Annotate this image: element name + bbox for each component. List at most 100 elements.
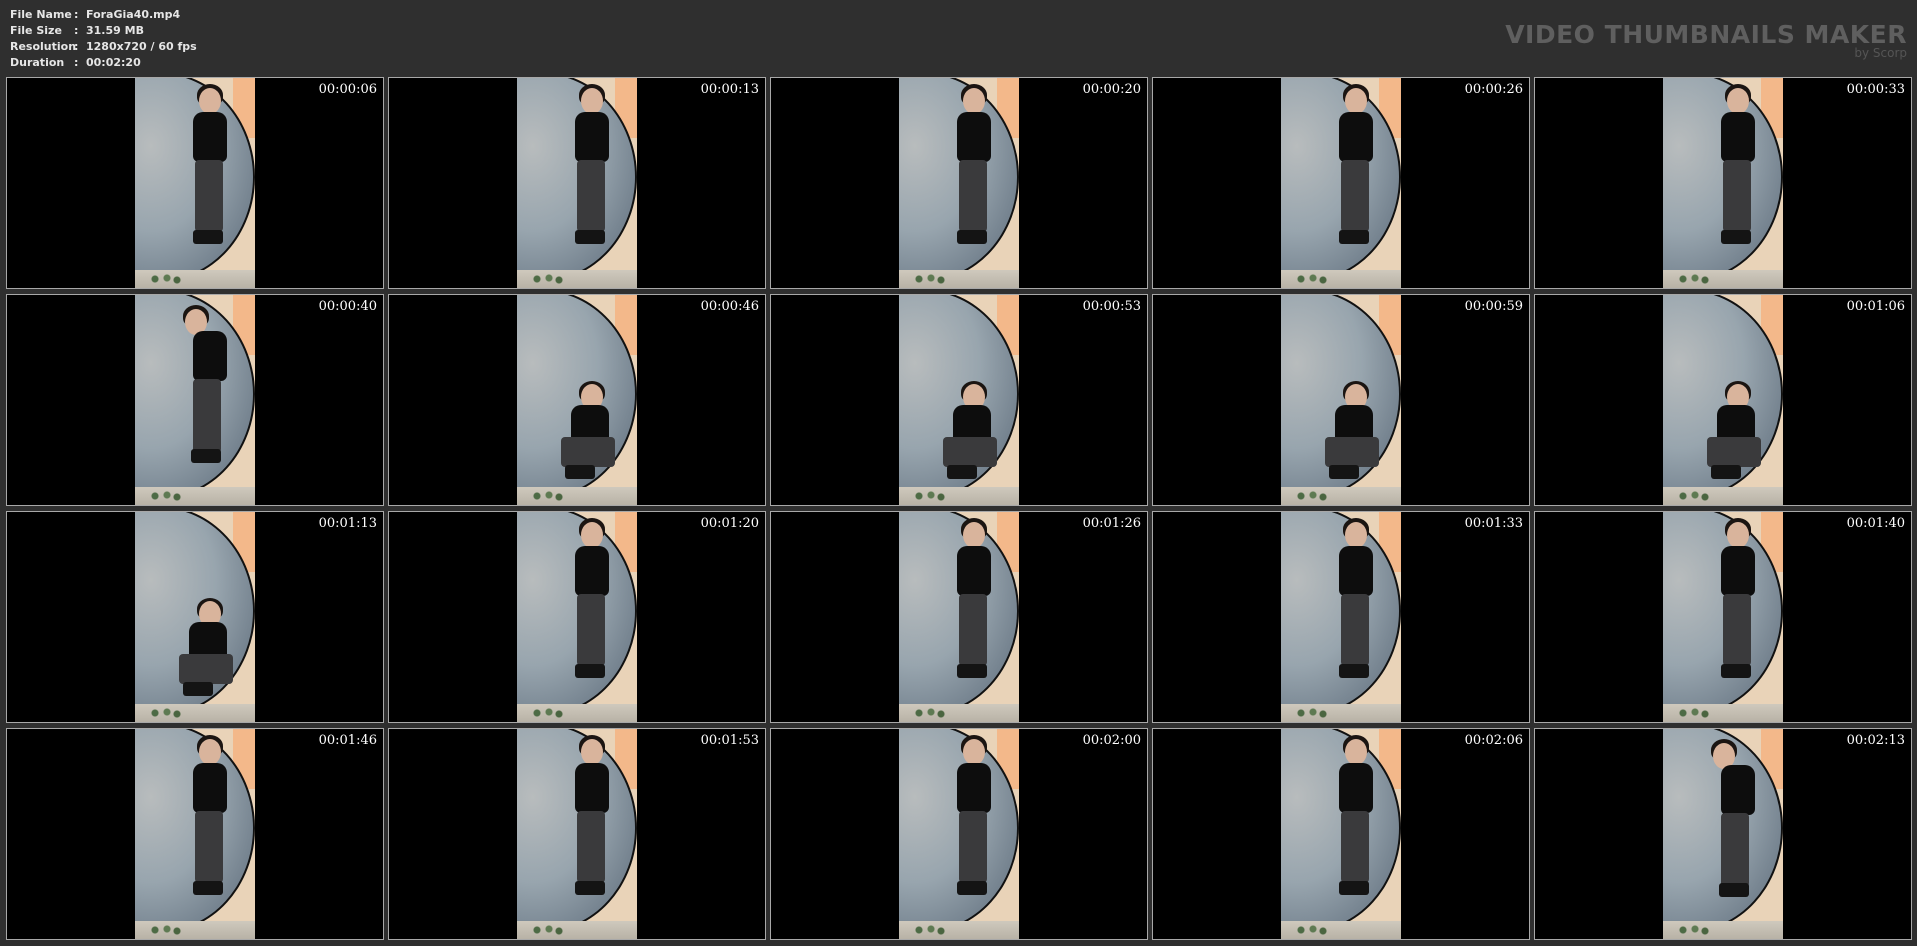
thumbnail[interactable]: 00:00:06 (6, 77, 384, 289)
boots (1339, 881, 1369, 895)
thumbnail[interactable]: 00:01:20 (388, 511, 766, 723)
watermark-title: VIDEO THUMBNAILS MAKER (1505, 20, 1907, 49)
thumbnail[interactable]: 00:00:26 (1152, 77, 1530, 289)
legs (1341, 594, 1369, 666)
video-frame (899, 295, 1019, 505)
video-frame (135, 78, 255, 288)
thumbnail[interactable]: 00:02:00 (770, 728, 1148, 940)
floor-leaves (907, 708, 947, 718)
video-frame (899, 78, 1019, 288)
thumbnail[interactable]: 00:00:59 (1152, 294, 1530, 506)
legs (1723, 160, 1751, 232)
timestamp: 00:01:40 (1846, 516, 1905, 531)
legs (943, 437, 997, 467)
meta-key: File Name (10, 8, 72, 21)
thumbnail[interactable]: 00:01:46 (6, 728, 384, 940)
thumbnail[interactable]: 00:00:13 (388, 77, 766, 289)
thumbnail[interactable]: 00:01:13 (6, 511, 384, 723)
head (199, 88, 221, 114)
resolution-value: 1280x720 / 60 fps (86, 40, 197, 53)
video-frame (135, 729, 255, 939)
video-frame (1281, 295, 1401, 505)
floor-leaves (525, 491, 565, 501)
timestamp: 00:00:33 (1846, 82, 1905, 97)
head (581, 739, 603, 765)
video-frame (517, 78, 637, 288)
legs (1341, 160, 1369, 232)
floor-leaves (1289, 274, 1329, 284)
thumbnail[interactable]: 00:00:33 (1534, 77, 1912, 289)
legs (577, 811, 605, 883)
duration-row: Duration : 00:02:20 (10, 55, 197, 71)
thumbnail[interactable]: 00:01:06 (1534, 294, 1912, 506)
thumbnail[interactable]: 00:00:53 (770, 294, 1148, 506)
thumbnail[interactable]: 00:01:26 (770, 511, 1148, 723)
boots (1721, 664, 1751, 678)
meta-separator: : (74, 56, 79, 69)
boots (957, 881, 987, 895)
torso (1721, 546, 1755, 596)
legs (1325, 437, 1379, 467)
boots (957, 664, 987, 678)
torso (1339, 112, 1373, 162)
video-frame (1663, 78, 1783, 288)
thumbnail[interactable]: 00:02:06 (1152, 728, 1530, 940)
legs (577, 594, 605, 666)
boots (1329, 465, 1359, 479)
file-size-value: 31.59 MB (86, 24, 144, 37)
thumbnail[interactable]: 00:01:53 (388, 728, 766, 940)
legs (561, 437, 615, 467)
floor-leaves (143, 274, 183, 284)
timestamp: 00:00:20 (1082, 82, 1141, 97)
video-frame (1281, 512, 1401, 722)
head (1345, 522, 1367, 548)
boots (1719, 883, 1749, 897)
torso (957, 112, 991, 162)
file-name-row: File Name : ForaGia40.mp4 (10, 7, 197, 23)
torso (575, 112, 609, 162)
thumbnail[interactable]: 00:01:33 (1152, 511, 1530, 723)
thumbnail[interactable]: 00:02:13 (1534, 728, 1912, 940)
head (581, 88, 603, 114)
thumbnail[interactable]: 00:00:46 (388, 294, 766, 506)
torso (1721, 112, 1755, 162)
timestamp: 00:01:26 (1082, 516, 1141, 531)
legs (959, 811, 987, 883)
timestamp: 00:00:46 (700, 299, 759, 314)
boots (193, 881, 223, 895)
legs (1341, 811, 1369, 883)
timestamp: 00:00:26 (1464, 82, 1523, 97)
video-frame (517, 295, 637, 505)
timestamp: 00:00:13 (700, 82, 759, 97)
meta-key: Duration (10, 56, 65, 69)
floor-leaves (1289, 708, 1329, 718)
video-frame (1663, 729, 1783, 939)
head (1345, 739, 1367, 765)
legs (195, 160, 223, 232)
thumbnail-grid: 00:00:06 00:00:13 00:00:20 00:00:26 00:00:33… (6, 77, 1912, 940)
head (1727, 522, 1749, 548)
torso (1339, 763, 1373, 813)
thumbnail[interactable]: 00:00:20 (770, 77, 1148, 289)
thumbnail[interactable]: 00:01:40 (1534, 511, 1912, 723)
video-frame (1663, 295, 1783, 505)
head (1345, 88, 1367, 114)
head (963, 88, 985, 114)
floor-leaves (1671, 491, 1711, 501)
legs (577, 160, 605, 232)
torso (1721, 765, 1755, 815)
floor-leaves (525, 708, 565, 718)
boots (575, 664, 605, 678)
legs (1723, 594, 1751, 666)
legs (1707, 437, 1761, 467)
file-info: File Name : ForaGia40.mp4 File Size : 31… (10, 7, 197, 71)
thumbnail[interactable]: 00:00:40 (6, 294, 384, 506)
legs (179, 654, 233, 684)
floor-leaves (1289, 925, 1329, 935)
video-frame (1663, 512, 1783, 722)
legs (1721, 813, 1749, 887)
video-frame (135, 295, 255, 505)
timestamp: 00:01:20 (700, 516, 759, 531)
floor-leaves (1671, 925, 1711, 935)
head (581, 522, 603, 548)
